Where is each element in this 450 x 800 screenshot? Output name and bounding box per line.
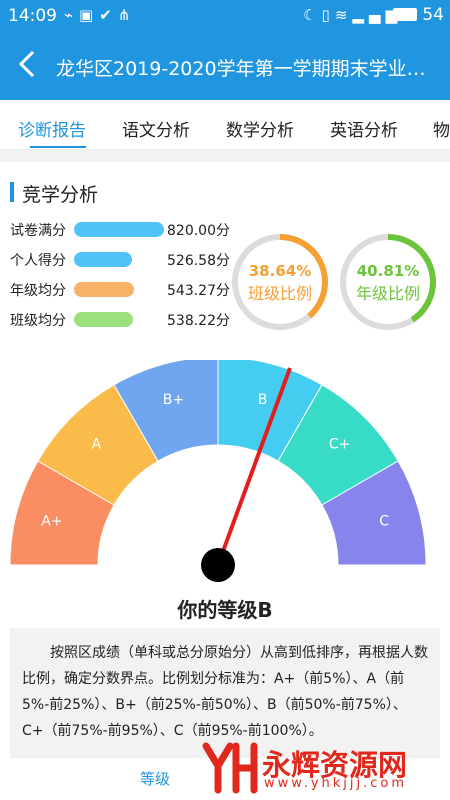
stat-row-personal-score: 个人得分 526.58分 [10,250,230,269]
stat-bar [74,252,132,267]
stat-bar [74,312,134,327]
tab-math-analysis[interactable]: 数学分析 [226,116,294,141]
stat-row-class-average: 班级均分 538.22分 [10,310,230,329]
ring-caption: 班级比例 [247,284,312,303]
ring-percent: 40.81% [356,262,420,280]
ring-percent: 38.64% [248,262,312,280]
stat-value: 526.58分 [167,253,230,269]
status-bar: 14:09 ⌁▣✔⋔ ☾▯≋▂▄▆ 54 [0,0,450,32]
gauge-segment-label: B [258,392,268,408]
grade-description: 按照区成绩（单科或总分原始分）从高到低排序，再根据人数比例，确定分数界点。比例划… [10,628,440,758]
gauge-chart: A+ A B+ B C+ C [9,356,427,582]
battery-level: 54 [422,5,444,25]
stat-row-grade-average: 年级均分 543.27分 [10,280,230,299]
class-ratio-ring: 38.64% 班级比例 [230,232,330,332]
battery-icon [392,8,417,21]
back-button[interactable] [16,48,38,85]
subject-tabs: 诊断报告 语文分析 数学分析 英语分析 物 [0,100,450,150]
status-right-icons: ☾▯≋▂▄▆ [303,6,402,24]
section-accent-bar [10,182,14,202]
grade-result: 你的等级B [177,598,273,622]
stat-row-full-score: 试卷满分 820.00分 [10,220,230,239]
stat-bar [74,282,134,297]
chevron-left-icon [18,50,35,78]
stat-bar [74,222,164,237]
ring-caption: 年级比例 [355,284,420,303]
stat-label: 年级均分 [10,283,66,299]
page-title: 龙华区2019-2020学年第一学期期末学业质... [56,58,441,80]
gauge-segment-label: A [92,436,102,452]
tab-english-analysis[interactable]: 英语分析 [330,116,398,141]
gauge-segment-label: C [379,513,389,529]
section-title: 竞学分析 [22,184,99,206]
tab-diagnosis-report[interactable]: 诊断报告 [18,116,86,141]
stat-value: 543.27分 [167,283,230,299]
tab-grade[interactable]: 等级 [140,768,170,789]
gauge-needle-hub [201,548,235,582]
stat-label: 班级均分 [10,313,66,329]
gauge-segment-label: A+ [41,513,62,529]
status-left-icons: ⌁▣✔⋔ [64,6,136,24]
app-bar: 龙华区2019-2020学年第一学期期末学业质... [0,32,450,100]
watermark: 永辉资源网 www.yhkjjj.com [200,740,450,796]
stat-value: 538.22分 [167,313,230,329]
gauge-segment-label: B+ [163,392,184,408]
watermark-url: www.yhkjjj.com [264,776,408,791]
stat-label: 试卷满分 [10,223,66,239]
tab-chinese-analysis[interactable]: 语文分析 [122,116,190,141]
stat-value: 820.00分 [167,223,230,239]
grade-gauge: A+ A B+ B C+ C [0,356,450,590]
wifi-icon: ≋ [334,6,353,24]
usb-icon: ⌁ [64,6,80,24]
check-circle-icon: ✔ [99,6,118,24]
share-icon: ⋔ [117,6,137,24]
vibrate-icon: ▯ [321,6,335,24]
watermark-logo-icon [202,742,258,794]
stat-label: 个人得分 [10,253,66,269]
moon-icon: ☾ [303,6,322,24]
tab-physics-analysis[interactable]: 物 [433,116,450,141]
active-tab-indicator [30,146,86,148]
section-divider [0,150,450,162]
battery-indicator: 54 [392,5,444,25]
image-icon: ▣ [79,6,100,24]
grade-ratio-ring: 40.81% 年级比例 [338,232,438,332]
status-time: 14:09 [8,6,57,26]
gauge-segment-label: C+ [329,436,351,452]
